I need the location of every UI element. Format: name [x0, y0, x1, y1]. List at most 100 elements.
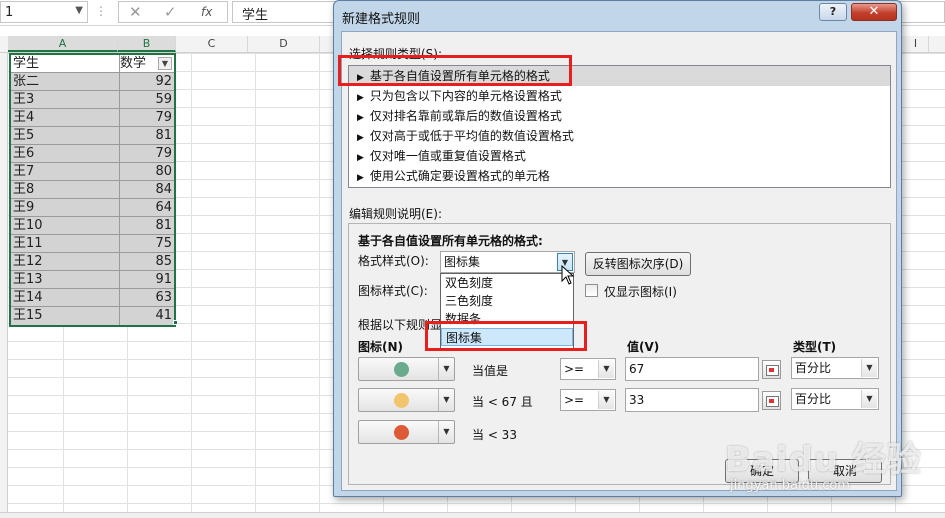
student-cell[interactable]: 王15 [11, 307, 120, 325]
table-row: 王5 81 [11, 127, 174, 145]
rule-type-item[interactable]: ▶ 使用公式确定要设置格式的单元格 [349, 166, 890, 186]
student-cell[interactable]: 王11 [11, 235, 120, 252]
score-cell[interactable]: 84 [120, 181, 174, 198]
score-cell[interactable]: 79 [120, 145, 174, 162]
value-input[interactable]: 33 [625, 388, 759, 412]
dialog-title: 新建格式规则 [342, 12, 421, 27]
filter-dropdown-icon[interactable]: ▼ [158, 57, 172, 70]
score-cell[interactable]: 85 [120, 253, 174, 270]
icon-picker-yellow[interactable]: ▼ [358, 388, 455, 412]
operator-select[interactable]: >= ▼ [560, 358, 616, 380]
rule-type-label: 使用公式确定要设置格式的单元格 [369, 169, 550, 183]
triangle-right-icon: ▶ [357, 133, 364, 143]
score-cell[interactable]: 91 [120, 271, 174, 288]
student-cell[interactable]: 王10 [11, 217, 120, 234]
dropdown-option[interactable]: 三色刻度 [441, 292, 573, 310]
reverse-icon-order-button[interactable]: 反转图标次序(D) [585, 252, 691, 276]
enter-icon[interactable]: ✓ [164, 3, 177, 21]
format-style-value: 图标集 [444, 255, 481, 269]
chevron-down-icon[interactable]: ▼ [861, 390, 877, 408]
table-header-row: 学生 数学 ▼ [11, 55, 174, 73]
table-row: 王13 91 [11, 271, 174, 289]
chevron-down-icon[interactable]: ▼ [438, 421, 454, 443]
rule-type-item[interactable]: ▶ 仅对唯一值或重复值设置格式 [349, 146, 890, 166]
dropdown-option[interactable]: 双色刻度 [441, 274, 573, 292]
sheet-tab-bar [0, 512, 945, 518]
student-cell[interactable]: 王4 [11, 109, 120, 126]
student-cell[interactable]: 王9 [11, 199, 120, 216]
value-input[interactable]: 67 [625, 357, 759, 381]
student-cell[interactable]: 王7 [11, 163, 120, 180]
student-cell[interactable]: 王5 [11, 127, 120, 144]
rule-type-label: 只为包含以下内容的单元格设置格式 [369, 89, 562, 103]
student-cell[interactable]: 王12 [11, 253, 120, 270]
rule-type-item[interactable]: ▶ 仅对排名靠前或靠后的数值设置格式 [349, 106, 890, 126]
row-headers [0, 53, 8, 518]
triangle-right-icon: ▶ [357, 173, 364, 183]
range-select-icon[interactable] [762, 360, 781, 379]
chevron-down-icon[interactable]: ▼ [598, 391, 614, 409]
score-cell[interactable]: 64 [120, 199, 174, 216]
score-cell[interactable]: 41 [120, 307, 174, 325]
operator-select[interactable]: >= ▼ [560, 389, 616, 411]
student-cell[interactable]: 张二 [11, 73, 120, 90]
student-cell[interactable]: 王13 [11, 271, 120, 288]
condition-label: 当 < 67 且 [472, 395, 533, 409]
rule-type-item[interactable]: ▶ 只为包含以下内容的单元格设置格式 [349, 86, 890, 106]
table-row: 王3 59 [11, 91, 174, 109]
chevron-down-icon[interactable]: ▼ [438, 389, 454, 411]
column-header-c[interactable]: C [176, 36, 248, 52]
icon-picker-red[interactable]: ▼ [358, 420, 455, 444]
chevron-down-icon[interactable]: ▼ [438, 358, 454, 380]
format-style-select[interactable]: 图标集 ▼ [440, 251, 575, 273]
table-row: 王12 85 [11, 253, 174, 271]
icon-style-label: 图标样式(C): [358, 284, 428, 298]
score-cell[interactable]: 79 [120, 109, 174, 126]
function-icon[interactable]: fx [201, 5, 212, 19]
condition-label: 当值是 [472, 364, 509, 378]
student-cell[interactable]: 王14 [11, 289, 120, 306]
chevron-down-icon[interactable]: ▼ [861, 359, 877, 377]
edit-rule-description-label: 编辑规则说明(E): [349, 207, 442, 221]
type-value: 百分比 [795, 361, 832, 375]
fill-handle[interactable] [173, 320, 178, 325]
show-icon-only-checkbox[interactable] [585, 284, 598, 297]
icon-picker-green[interactable]: ▼ [358, 357, 455, 381]
score-cell[interactable]: 81 [120, 127, 174, 144]
column-header-a[interactable]: A [8, 36, 118, 52]
table-row: 王10 81 [11, 217, 174, 235]
chevron-down-icon[interactable]: ▼ [75, 5, 83, 16]
column-header-i[interactable]: I [903, 36, 929, 52]
highlight-box-rule-type [338, 55, 572, 86]
column-header-b[interactable]: B [118, 36, 176, 52]
name-box-value: 1 [5, 5, 14, 20]
chevron-down-icon[interactable]: ▼ [598, 360, 614, 378]
student-cell[interactable]: 王3 [11, 91, 120, 108]
header-cell-math[interactable]: 数学 ▼ [120, 55, 174, 72]
table-row: 王8 84 [11, 181, 174, 199]
table-row: 王7 80 [11, 163, 174, 181]
header-cell-student[interactable]: 学生 [11, 55, 120, 72]
type-select[interactable]: 百分比 ▼ [791, 388, 879, 410]
triangle-right-icon: ▶ [357, 153, 364, 163]
close-button[interactable]: ✕ [851, 3, 897, 21]
score-cell[interactable]: 81 [120, 217, 174, 234]
score-cell[interactable]: 80 [120, 163, 174, 180]
cancel-icon[interactable]: ✕ [129, 3, 142, 21]
column-header-d[interactable]: D [248, 36, 320, 52]
range-select-icon[interactable] [762, 391, 781, 410]
rule-type-item[interactable]: ▶ 仅对高于或低于平均值的数值设置格式 [349, 126, 890, 146]
score-cell[interactable]: 92 [120, 73, 174, 90]
student-cell[interactable]: 王6 [11, 145, 120, 162]
name-box[interactable]: 1 ▼ [0, 1, 88, 23]
dialog-body: 选择规则类型(S): ▶ 基于各自值设置所有单元格的格式 ▶ 只为包含以下内容的单元格… [341, 31, 897, 491]
triangle-right-icon: ▶ [357, 113, 364, 123]
score-cell[interactable]: 63 [120, 289, 174, 306]
watermark-url: jingyan.baidu.com [730, 478, 850, 493]
red-circle-icon [394, 425, 409, 440]
score-cell[interactable]: 59 [120, 91, 174, 108]
help-button[interactable]: ? [819, 3, 847, 21]
type-select[interactable]: 百分比 ▼ [791, 357, 879, 379]
student-cell[interactable]: 王8 [11, 181, 120, 198]
score-cell[interactable]: 75 [120, 235, 174, 252]
